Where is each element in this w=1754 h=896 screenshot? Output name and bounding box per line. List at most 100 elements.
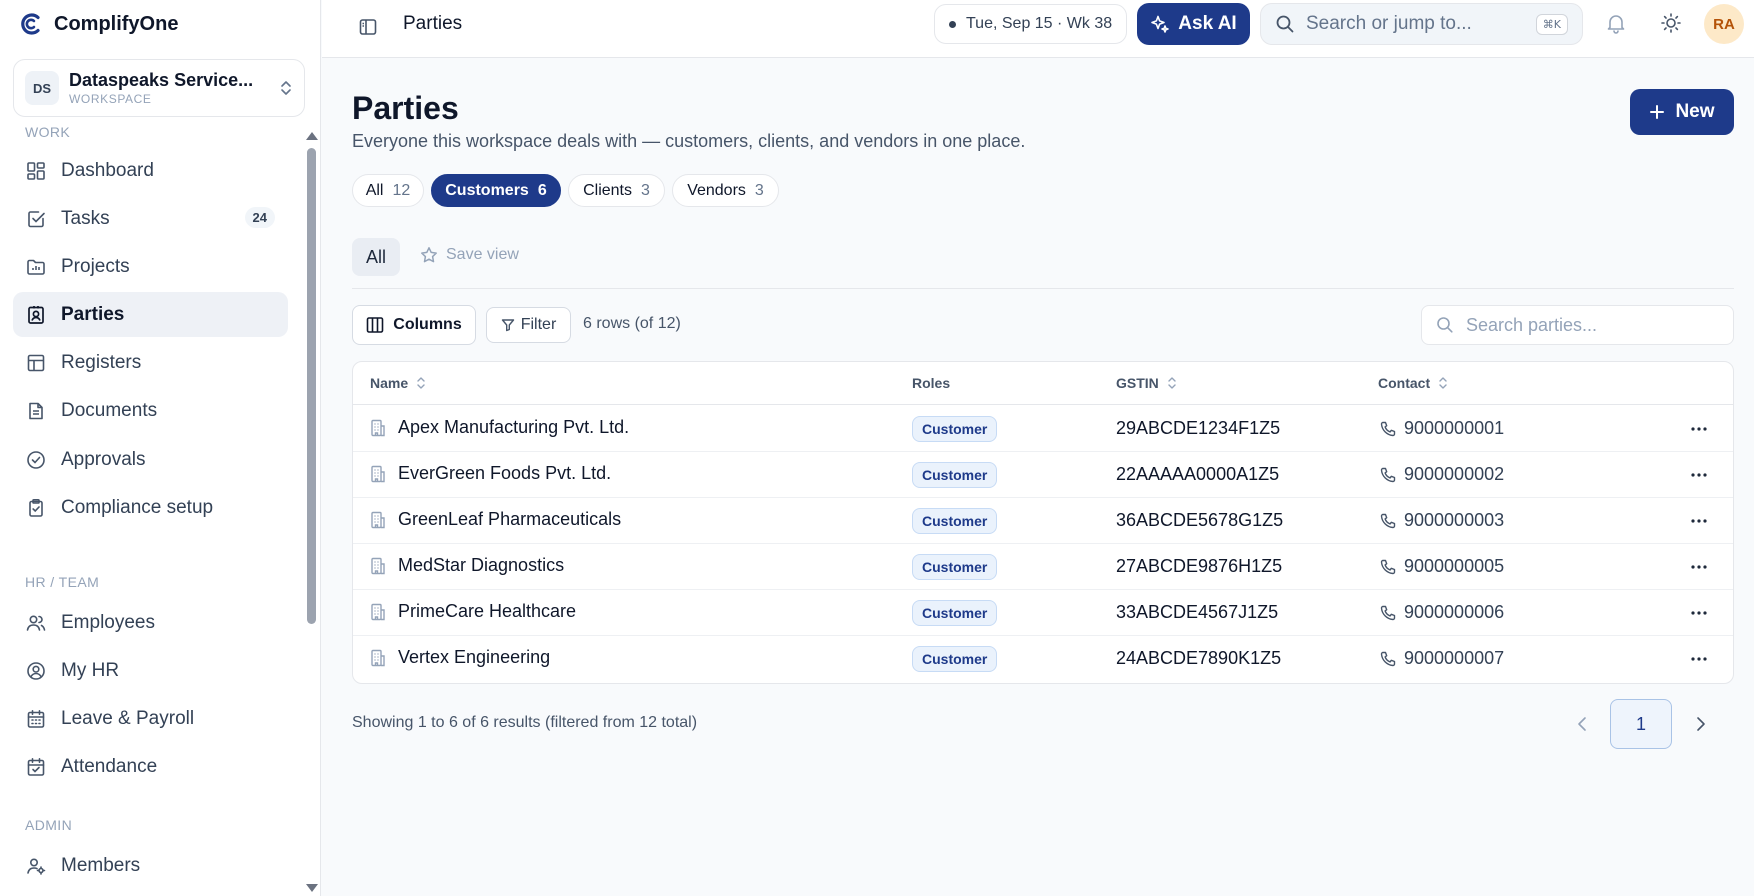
tab-all[interactable]: All 12 [352,174,424,207]
gstin-value: 36ABCDE5678G1Z5 [1116,510,1284,530]
party-name[interactable]: EverGreen Foods Pvt. Ltd. [398,463,611,484]
sidebar-toggle-button[interactable] [354,13,382,41]
contact-phone: 9000000003 [1404,510,1505,530]
building-icon [370,419,386,437]
contact-phone: 9000000007 [1404,648,1505,668]
global-search-input[interactable]: Search or jump to... ⌘K [1260,3,1583,45]
contact-phone: 9000000001 [1404,418,1505,438]
date-pill[interactable]: Tue, Sep 15 · Wk 38 [934,4,1127,44]
table-row[interactable]: Vertex Engineering Customer 24ABCDE7890K… [353,636,1733,682]
sidebar-scrollbar[interactable] [302,124,321,896]
row-actions-button[interactable] [1688,560,1710,574]
contact-cell: 9000000006 [1380,602,1504,623]
rows-count: 6 rows (of 12) [583,315,681,332]
role-badge: Customer [912,508,998,534]
sidebar: ComplifyOne DS Dataspeaks Service... WOR… [0,0,321,896]
building-icon [370,603,386,621]
filter-button[interactable]: Filter [486,307,571,343]
page-subtitle: Everyone this workspace deals with — cus… [352,131,1026,151]
column-header-name[interactable]: Name [370,375,426,391]
theme-toggle-button[interactable] [1660,12,1682,34]
column-header-contact[interactable]: Contact [1378,375,1448,391]
sidebar-item-employees[interactable]: Employees [13,600,288,645]
row-actions-button[interactable] [1688,422,1710,436]
tab-vendors[interactable]: Vendors 3 [672,174,779,207]
section-label-admin: ADMIN [25,817,73,833]
employees-icon [25,612,47,634]
tab-clients[interactable]: Clients 3 [568,174,665,207]
columns-button[interactable]: Columns [352,305,476,345]
page-title: Parties [352,90,459,126]
chevron-up-down-icon [279,78,293,98]
row-actions-button[interactable] [1688,468,1710,482]
search-parties-placeholder: Search parties... [1466,314,1598,335]
row-actions-button[interactable] [1688,606,1710,620]
scroll-down-arrow-icon[interactable] [306,884,318,892]
sidebar-item-registers[interactable]: Registers [13,340,288,385]
sidebar-item-label: Parties [61,303,125,325]
table-row[interactable]: PrimeCare Healthcare Customer 33ABCDE456… [353,590,1733,636]
table-row[interactable]: MedStar Diagnostics Customer 27ABCDE9876… [353,544,1733,590]
sidebar-item-my-hr[interactable]: My HR [13,648,288,693]
sidebar-item-tasks[interactable]: Tasks 24 [13,196,288,241]
scroll-up-arrow-icon[interactable] [306,132,318,140]
row-actions-button[interactable] [1688,514,1710,528]
party-name[interactable]: Vertex Engineering [398,647,550,668]
contact-cell: 9000000002 [1380,464,1504,485]
next-page-button[interactable] [1686,701,1716,747]
sidebar-item-documents[interactable]: Documents [13,388,288,433]
sidebar-item-parties[interactable]: Parties [13,292,288,337]
save-view-button[interactable]: Save view [420,246,519,264]
sidebar-item-compliance-setup[interactable]: Compliance setup [13,485,288,530]
column-header-label: Roles [912,375,951,391]
ask-ai-button[interactable]: Ask AI [1137,3,1250,45]
sidebar-item-label: Attendance [61,755,158,777]
divider [352,288,1734,289]
columns-label: Columns [393,316,462,333]
gstin-value: 24ABCDE7890K1Z5 [1116,648,1282,668]
table-row[interactable]: Apex Manufacturing Pvt. Ltd. Customer 29… [353,406,1733,452]
column-header-gstin[interactable]: GSTIN [1116,375,1177,391]
sidebar-item-approvals[interactable]: Approvals [13,437,288,482]
party-name[interactable]: GreenLeaf Pharmaceuticals [398,509,621,530]
party-name[interactable]: MedStar Diagnostics [398,555,564,576]
results-summary: Showing 1 to 6 of 6 results (filtered fr… [352,714,698,731]
contact-phone: 9000000006 [1404,602,1505,622]
party-name-cell: EverGreen Foods Pvt. Ltd. [370,463,611,484]
sidebar-item-label: My HR [61,659,120,681]
brand[interactable]: ComplifyOne [20,10,178,38]
role-badge: Customer [912,646,998,672]
ask-ai-label: Ask AI [1178,13,1237,34]
previous-page-button[interactable] [1567,701,1597,747]
tab-customers[interactable]: Customers 6 [431,174,561,207]
view-all-button[interactable]: All [352,238,400,276]
phone-icon [1380,513,1396,529]
sidebar-item-projects[interactable]: Projects [13,244,288,289]
page-1-button[interactable]: 1 [1610,699,1672,749]
search-parties-input[interactable]: Search parties... [1421,305,1734,345]
tab-count: 3 [641,181,650,199]
members-icon [25,855,47,877]
dashboard-icon [25,160,47,182]
topbar: Parties Tue, Sep 15 · Wk 38 Ask AI Searc… [322,0,1754,58]
contact-cell: 9000000005 [1380,556,1504,577]
sidebar-item-attendance[interactable]: Attendance [13,744,288,789]
workspace-switcher[interactable]: DS Dataspeaks Service... WORKSPACE [13,59,305,117]
table-row[interactable]: EverGreen Foods Pvt. Ltd. Customer 22AAA… [353,452,1733,498]
party-name[interactable]: Apex Manufacturing Pvt. Ltd. [398,417,629,438]
notifications-button[interactable] [1605,12,1627,34]
phone-icon [1380,467,1396,483]
user-avatar[interactable]: RA [1704,4,1744,44]
building-icon [370,557,386,575]
tab-label: Customers [445,181,529,199]
new-party-button[interactable]: New [1630,89,1734,135]
sidebar-nav: WORK Dashboard Tasks 24 Projects Parties… [0,124,302,896]
sidebar-item-label: Dashboard [61,159,154,181]
party-name[interactable]: PrimeCare Healthcare [398,601,576,622]
scroll-thumb[interactable] [307,148,316,624]
row-actions-button[interactable] [1688,652,1710,666]
sidebar-item-leave-payroll[interactable]: Leave & Payroll [13,696,288,741]
table-row[interactable]: GreenLeaf Pharmaceuticals Customer 36ABC… [353,498,1733,544]
sidebar-item-dashboard[interactable]: Dashboard [13,148,288,193]
sidebar-item-members[interactable]: Members [13,843,288,888]
